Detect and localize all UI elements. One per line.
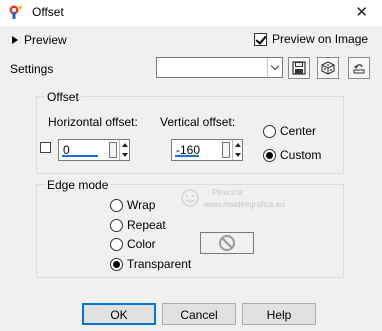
center-radio[interactable] — [263, 124, 276, 138]
preview-on-image-check-icon[interactable] — [254, 32, 267, 46]
custom-radio[interactable] — [263, 148, 276, 162]
settings-dropdown[interactable] — [156, 57, 283, 78]
ok-button[interactable]: OK — [82, 303, 156, 325]
spin-down-icon[interactable] — [122, 153, 128, 157]
custom-radio-option[interactable]: Custom — [263, 148, 321, 162]
color-label: Color — [127, 237, 156, 251]
repeat-label: Repeat — [127, 218, 166, 232]
wrap-radio[interactable] — [110, 198, 123, 212]
randomize-button[interactable] — [317, 57, 339, 79]
horizontal-slider-handle[interactable] — [109, 142, 117, 158]
center-radio-option[interactable]: Center — [263, 124, 316, 138]
vertical-spin-arrows[interactable] — [232, 140, 242, 160]
vertical-slider-handle[interactable] — [222, 142, 230, 158]
help-button[interactable]: Help — [242, 303, 316, 325]
expand-triangle-icon — [12, 36, 18, 44]
repeat-radio[interactable] — [110, 218, 123, 232]
edge-color-swatch[interactable] — [200, 232, 254, 254]
reset-defaults-button[interactable] — [348, 57, 370, 79]
preview-on-image-label: Preview on Image — [272, 32, 369, 46]
settings-label: Settings — [10, 62, 54, 76]
transparent-label: Transparent — [127, 257, 192, 271]
custom-label: Custom — [280, 148, 322, 162]
edge-mode-transparent-option[interactable]: Transparent — [110, 257, 191, 271]
paintshop-app-icon — [9, 5, 22, 19]
vertical-offset-label: Vertical offset: — [160, 115, 236, 129]
horizontal-offset-label: Horizontal offset: — [48, 115, 138, 129]
spin-down-icon[interactable] — [235, 153, 241, 157]
close-button[interactable]: ✕ — [355, 3, 368, 21]
edge-mode-group-title: Edge mode — [45, 178, 111, 192]
spin-up-icon[interactable] — [235, 143, 241, 147]
color-radio[interactable] — [110, 237, 123, 251]
wrap-label: Wrap — [127, 198, 156, 212]
title-bar: Offset ✕ — [0, 0, 382, 26]
transparent-radio[interactable] — [110, 257, 123, 271]
dice-icon — [321, 61, 335, 75]
edge-mode-repeat-option[interactable]: Repeat — [110, 218, 166, 232]
edge-mode-color-option[interactable]: Color — [110, 237, 156, 251]
vertical-offset-spinbox[interactable]: -160 — [171, 139, 243, 161]
dropdown-arrow[interactable] — [267, 58, 282, 77]
save-preset-button[interactable] — [288, 57, 310, 79]
horizontal-offset-bar — [62, 155, 98, 157]
reset-arrow-icon — [353, 64, 365, 74]
preview-label: Preview — [24, 33, 67, 47]
preview-toggle[interactable]: Preview — [12, 33, 67, 47]
cancel-button[interactable]: Cancel — [162, 303, 236, 325]
center-label: Center — [280, 124, 317, 138]
preview-on-image-checkbox[interactable]: Preview on Image — [254, 32, 368, 46]
window-title: Offset — [32, 5, 64, 19]
chevron-down-icon — [270, 61, 280, 71]
no-color-icon — [219, 235, 235, 251]
offset-group-title: Offset — [45, 90, 81, 104]
horizontal-offset-spinbox[interactable]: 0 — [58, 139, 130, 161]
floppy-disk-icon — [292, 61, 306, 75]
edge-mode-wrap-option[interactable]: Wrap — [110, 198, 155, 212]
horizontal-spin-arrows[interactable] — [119, 140, 129, 160]
vertical-offset-bar — [175, 155, 199, 157]
spin-up-icon[interactable] — [122, 143, 128, 147]
link-offsets-checkbox[interactable] — [40, 142, 51, 153]
